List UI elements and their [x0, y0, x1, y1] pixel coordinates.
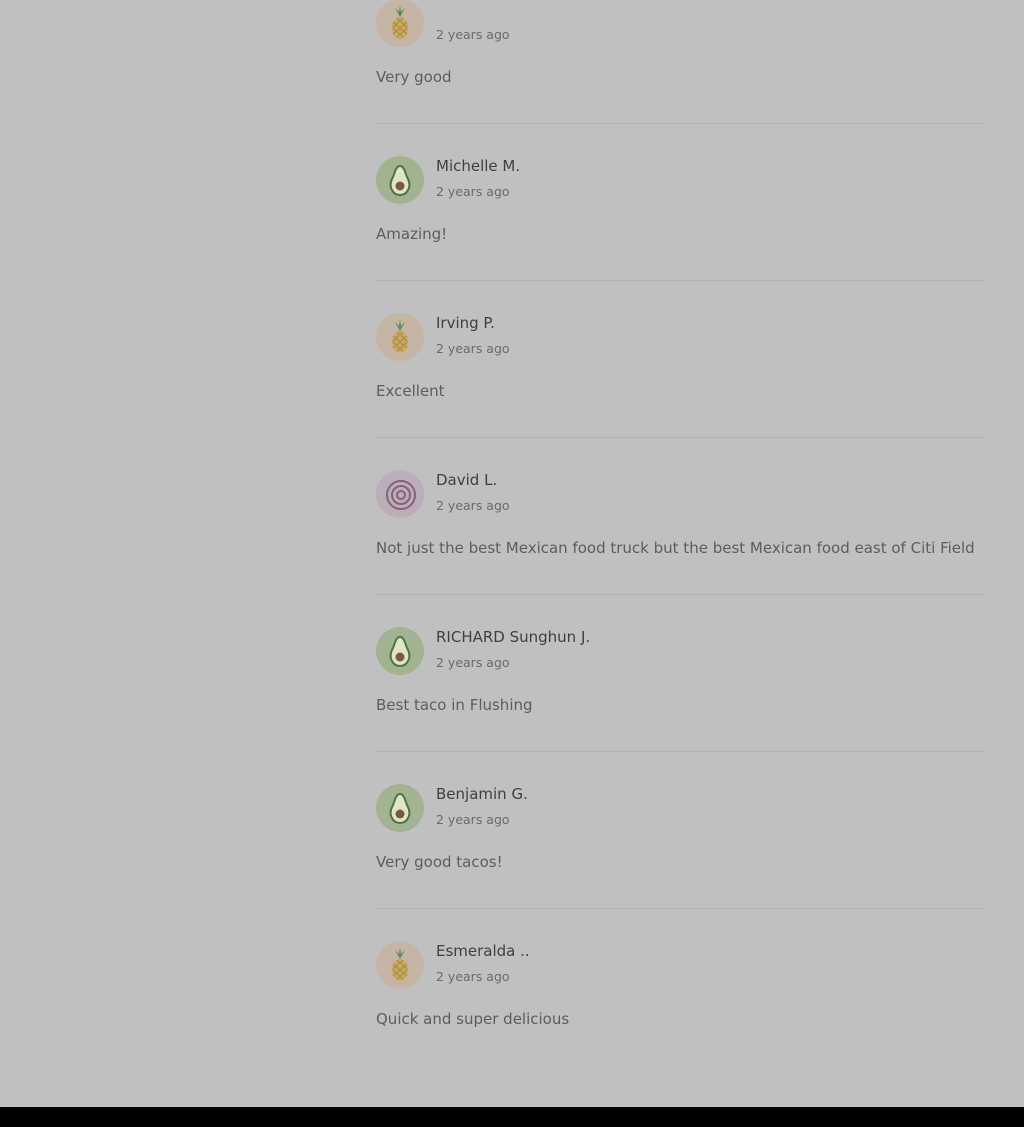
footer-bar: [0, 1107, 1024, 1127]
review-time: 2 years ago: [436, 498, 510, 513]
review-time: 2 years ago: [436, 969, 510, 984]
review-item: Esmeralda .. 2 years ago Quick and super…: [376, 909, 984, 1065]
review-item: RICHARD Sunghun J. 2 years ago Best taco…: [376, 595, 984, 752]
avatar[interactable]: [376, 156, 424, 204]
review-text: Very good: [376, 68, 452, 86]
avocado-icon: [389, 792, 411, 825]
reviewer-name[interactable]: Michelle M.: [436, 157, 520, 175]
onion-icon: [386, 480, 416, 510]
review-time: 2 years ago: [436, 27, 510, 42]
reviewer-name[interactable]: Irving P.: [436, 314, 495, 332]
review-time: 2 years ago: [436, 655, 510, 670]
review-item: Benjamin G. 2 years ago Very good tacos!: [376, 752, 984, 909]
review-text: Amazing!: [376, 225, 448, 243]
review-item: 2 years ago Very good: [376, 0, 984, 124]
review-text: Excellent: [376, 382, 445, 400]
review-text: Quick and super delicious: [376, 1010, 570, 1028]
review-text: Very good tacos!: [376, 853, 503, 871]
reviewer-name[interactable]: Benjamin G.: [436, 785, 528, 803]
pineapple-icon: [392, 319, 408, 353]
review-time: 2 years ago: [436, 341, 510, 356]
review-item: Irving P. 2 years ago Excellent: [376, 281, 984, 438]
pineapple-icon: [392, 947, 408, 981]
review-item: Michelle M. 2 years ago Amazing!: [376, 124, 984, 281]
reviewer-name[interactable]: Esmeralda ..: [436, 942, 530, 960]
avatar[interactable]: [376, 313, 424, 361]
review-item: David L. 2 years ago Not just the best M…: [376, 438, 984, 595]
avatar[interactable]: [376, 0, 424, 47]
avatar[interactable]: [376, 627, 424, 675]
review-text: Not just the best Mexican food truck but…: [376, 539, 975, 557]
pineapple-icon: [392, 5, 408, 39]
reviews-list: 2 years ago Very good Michelle M. 2 year…: [376, 0, 984, 1065]
avocado-icon: [389, 635, 411, 668]
avatar[interactable]: [376, 784, 424, 832]
reviewer-name[interactable]: RICHARD Sunghun J.: [436, 628, 590, 646]
review-text: Best taco in Flushing: [376, 696, 533, 714]
review-time: 2 years ago: [436, 812, 510, 827]
review-time: 2 years ago: [436, 184, 510, 199]
reviewer-name[interactable]: David L.: [436, 471, 497, 489]
avatar[interactable]: [376, 470, 424, 518]
avatar[interactable]: [376, 941, 424, 989]
avocado-icon: [389, 164, 411, 197]
